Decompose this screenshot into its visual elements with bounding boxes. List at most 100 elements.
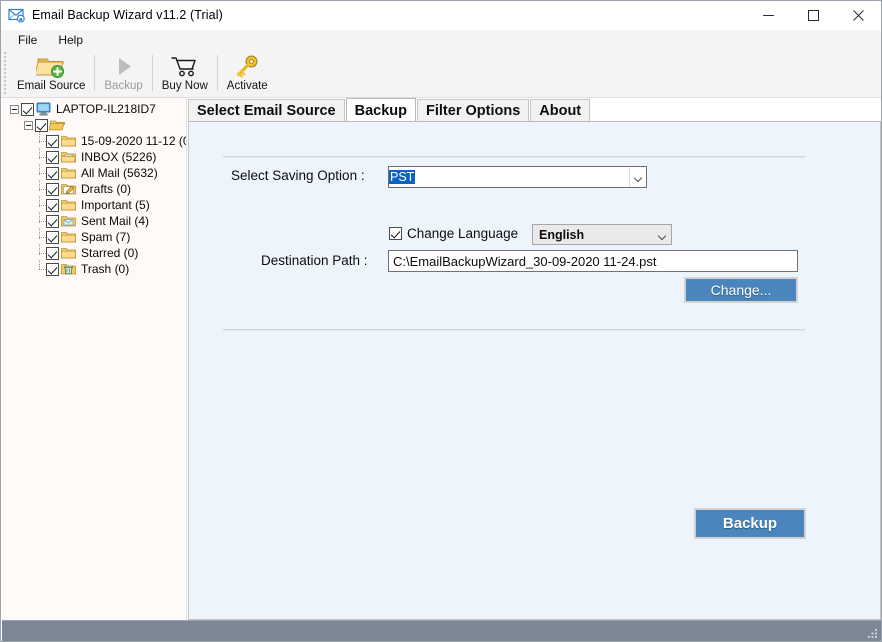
tree-line [35,211,46,228]
tree-item-label: Spam (7) [81,230,131,244]
close-icon [853,9,864,21]
checkbox[interactable] [46,150,59,164]
expander-icon[interactable] [10,104,19,114]
checkbox[interactable] [46,182,59,196]
destination-path-label: Destination Path : [261,253,368,268]
checkbox[interactable] [46,262,59,276]
change-language-label: Change Language [407,226,519,241]
tree-item-label: INBOX (5226) [81,150,157,164]
minimize-button[interactable] [746,1,791,30]
folder-icon [61,200,76,211]
chevron-down-icon[interactable] [629,167,646,187]
tree-item-trash[interactable]: Trash (0) [2,259,186,277]
tree-line [35,243,46,260]
tree-item-label: Drafts (0) [81,182,132,196]
tree-item-drafts[interactable]: Drafts (0) [2,179,186,197]
folder-icon [61,232,76,243]
menu-item-file[interactable]: File [11,31,47,50]
tree-item-15-09-2020-11-12[interactable]: 15-09-2020 11-12 (0) [2,131,187,149]
tree-item-label: Trash (0) [81,262,130,276]
title-bar: Email Backup Wizard v11.2 (Trial) [1,1,881,30]
saving-option-combobox[interactable]: PST [388,166,647,188]
tree-line [35,131,46,148]
mail-envelope-icon [8,8,25,23]
folder-trash-icon [61,264,76,275]
toolbar-separator [94,55,96,91]
tree-item-all-mail[interactable]: All Mail (5632) [2,163,186,181]
tree-line [35,195,46,212]
tree-item-sent-mail[interactable]: Sent Mail (4) [2,211,186,229]
shopping-cart-icon [170,53,200,79]
toolbar-button-activate[interactable]: Activate [219,51,276,96]
tree-line [35,179,46,196]
toolbar-button-email-source[interactable]: Email Source [9,51,93,96]
tree-item-important[interactable]: Important (5) [2,195,186,213]
folder-icon [61,136,76,147]
toolbar-separator [216,55,218,91]
tree-item-label: All Mail (5632) [81,166,158,180]
change-language-checkbox-row[interactable]: Change Language [389,226,518,241]
chevron-down-icon[interactable] [654,225,671,244]
play-triangle-icon [112,53,136,79]
tree-item-label: Sent Mail (4) [81,214,150,228]
toolbar-button-buy-now[interactable]: Buy Now [154,51,216,96]
backup-tab-page: Select Saving Option : PST Change Langua… [188,121,881,620]
tab-filter-options[interactable]: Filter Options [417,99,530,122]
maximize-button[interactable] [791,1,836,30]
checkbox[interactable] [46,246,59,260]
tree-item-spam[interactable]: Spam (7) [2,227,186,245]
destination-path-input[interactable]: C:\EmailBackupWizard_30-09-2020 11-24.ps… [388,250,798,272]
tab-strip: Select Email Source Backup Filter Option… [188,98,881,122]
maximize-icon [808,9,819,21]
tree-line [35,147,46,164]
tree-item-group[interactable] [2,117,186,133]
tree-line [35,259,46,276]
saving-option-value: PST [389,170,416,184]
tab-about[interactable]: About [530,99,591,122]
folder-draft-icon [61,184,76,195]
window-controls [746,1,881,30]
toolbar-button-backup[interactable]: Backup [96,51,150,96]
application-window: Email Backup Wizard v11.2 (Trial) File H… [0,0,882,642]
folder-icon [61,168,76,179]
window-title: Email Backup Wizard v11.2 (Trial) [32,8,223,22]
tree-item-label: 15-09-2020 11-12 (0) [81,134,187,148]
computer-icon [36,102,51,116]
folder-tree-panel[interactable]: LAPTOP-IL218ID7 15-09-2020 11-12 (0) INB… [2,98,187,620]
checkbox[interactable] [46,230,59,244]
tree-item-starred[interactable]: Starred (0) [2,243,186,261]
divider-top [223,156,805,158]
folder-sent-icon [61,216,76,227]
checkbox[interactable] [21,102,34,116]
tree-line [35,163,46,180]
folder-icon [61,248,76,259]
checkbox[interactable] [46,214,59,228]
tab-select-email-source[interactable]: Select Email Source [188,99,345,122]
menu-bar: File Help [1,30,881,51]
checkbox[interactable] [46,198,59,212]
tab-backup[interactable]: Backup [345,98,417,122]
toolbar-label-activate: Activate [226,80,268,92]
resize-grip-icon[interactable] [866,627,879,640]
toolbar-separator [151,55,153,91]
checkbox[interactable] [46,166,59,180]
divider-bottom [223,329,805,331]
change-path-button[interactable]: Change... [684,277,798,303]
checkbox[interactable] [35,118,48,132]
expander-icon[interactable] [24,120,33,130]
tree-item-label: Starred (0) [81,246,139,260]
language-value: English [539,227,585,242]
toolbar-label-email-source: Email Source [17,80,86,92]
tree-item-inbox[interactable]: INBOX (5226) [2,147,186,165]
change-language-checkbox[interactable] [389,227,402,240]
language-combobox[interactable]: English [532,224,672,245]
backup-button[interactable]: Backup [694,508,806,539]
saving-option-label: Select Saving Option : [231,168,365,183]
content-area: Select Email Source Backup Filter Option… [188,98,881,620]
checkbox[interactable] [46,134,59,148]
menu-item-help[interactable]: Help [51,31,93,50]
tree-item-root[interactable]: LAPTOP-IL218ID7 [2,101,186,117]
tree-item-label: Important (5) [81,198,150,212]
close-button[interactable] [836,1,881,30]
toolbar-grip[interactable] [2,51,9,96]
